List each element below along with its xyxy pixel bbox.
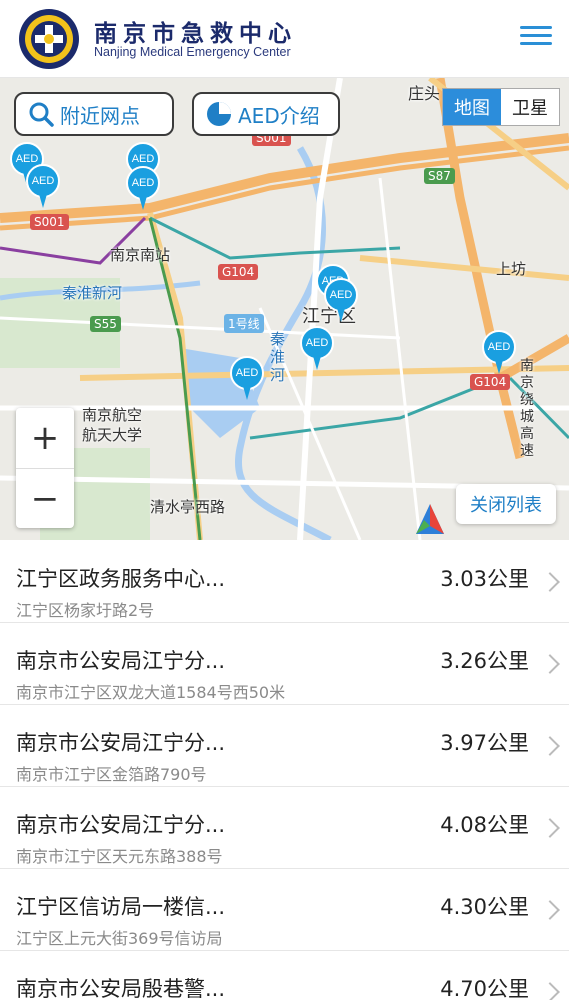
- zoom-out-button[interactable]: −: [16, 469, 74, 529]
- chevron-right-icon: [540, 818, 560, 838]
- map-label-ring-road: 南京绕城高速: [520, 358, 534, 459]
- search-icon: [29, 102, 54, 127]
- list-item[interactable]: 南京市公安局殷巷警... 4.70公里: [0, 951, 569, 1000]
- location-distance: 4.08公里: [440, 813, 529, 837]
- aed-intro-button[interactable]: AED介绍: [192, 92, 340, 136]
- list-item[interactable]: 南京市公安局江宁分... 南京市江宁区双龙大道1584号西50米 3.26公里: [0, 623, 569, 705]
- map-label-qinhuai-xinhe: 秦淮新河: [62, 284, 123, 302]
- map-type-satellite[interactable]: 卫星: [501, 89, 559, 125]
- aed-marker[interactable]: AED: [324, 278, 358, 322]
- aed-marker[interactable]: AED: [300, 326, 334, 370]
- map-label-qinhuai-river: 秦淮河: [270, 330, 286, 384]
- map-label-qingshui: 清水亭西路: [150, 498, 226, 516]
- chevron-right-icon: [540, 736, 560, 756]
- map-view[interactable]: 南京南站 秦淮新河 江宁区 秦淮河 南京航空 航天大学 上坊 庄头 南京绕城高速…: [0, 78, 569, 540]
- map-type-toggle[interactable]: 地图 卫星: [442, 88, 560, 126]
- location-distance: 3.03公里: [440, 567, 529, 591]
- map-label-aerospace-univ-2: 航天大学: [82, 426, 143, 444]
- aed-location-list: 江宁区政务服务中心... 江宁区杨家圩路2号 3.03公里 南京市公安局江宁分.…: [0, 541, 569, 1000]
- location-distance: 4.30公里: [440, 895, 529, 919]
- road-badge-s001: S001: [30, 214, 69, 230]
- location-name: 南京市公安局江宁分...: [16, 731, 226, 755]
- app-title: 南京市急救中心: [94, 20, 297, 47]
- app-header: 南京市急救中心 Nanjing Medical Emergency Center: [0, 0, 569, 78]
- zoom-control: + −: [16, 408, 74, 528]
- map-base-layer: [0, 78, 569, 540]
- location-name: 江宁区政务服务中心...: [16, 567, 226, 591]
- map-label-line1: 1号线: [224, 314, 264, 333]
- chevron-right-icon: [540, 572, 560, 592]
- location-address: 南京市江宁区天元东路388号: [16, 847, 223, 866]
- map-label-shangfang: 上坊: [496, 260, 527, 278]
- location-address: 南京市江宁区双龙大道1584号西50米: [16, 683, 286, 702]
- list-item[interactable]: 南京市公安局江宁分... 南京市江宁区天元东路388号 4.08公里: [0, 787, 569, 869]
- location-address: 江宁区上元大街369号信访局: [16, 929, 223, 948]
- location-name: 南京市公安局殷巷警...: [16, 977, 226, 1000]
- zoom-in-button[interactable]: +: [16, 408, 74, 468]
- road-badge-g104-a: G104: [218, 264, 259, 280]
- location-distance: 3.97公里: [440, 731, 529, 755]
- road-badge-s55: S55: [90, 316, 121, 332]
- aed-marker[interactable]: AED: [482, 330, 516, 374]
- aed-marker[interactable]: AED: [126, 166, 160, 210]
- location-address: 南京市江宁区金箔路790号: [16, 765, 207, 784]
- location-distance: 3.26公里: [440, 649, 529, 673]
- emblem-logo: [19, 9, 79, 69]
- road-badge-g104-b: G104: [470, 374, 511, 390]
- list-item[interactable]: 南京市公安局江宁分... 南京市江宁区金箔路790号 3.97公里: [0, 705, 569, 787]
- road-badge-s87: S87: [424, 168, 455, 184]
- chevron-right-icon: [540, 982, 560, 1000]
- pie-chart-icon: [207, 102, 231, 126]
- map-type-map[interactable]: 地图: [443, 89, 501, 125]
- app-subtitle: Nanjing Medical Emergency Center: [94, 45, 291, 59]
- list-item[interactable]: 江宁区政务服务中心... 江宁区杨家圩路2号 3.03公里: [0, 541, 569, 623]
- map-brand-icon: [416, 504, 444, 534]
- map-label-nanjing-south: 南京南站: [110, 246, 171, 264]
- aed-marker[interactable]: AED: [26, 164, 60, 208]
- location-name: 江宁区信访局一楼信...: [16, 895, 226, 919]
- chevron-right-icon: [540, 900, 560, 920]
- close-list-button[interactable]: 关闭列表: [456, 484, 556, 524]
- hamburger-menu-icon[interactable]: [518, 22, 554, 52]
- chevron-right-icon: [540, 654, 560, 674]
- location-distance: 4.70公里: [440, 977, 529, 1000]
- location-name: 南京市公安局江宁分...: [16, 649, 226, 673]
- list-item[interactable]: 江宁区信访局一楼信... 江宁区上元大街369号信访局 4.30公里: [0, 869, 569, 951]
- map-label-zhuangtou: 庄头: [408, 84, 441, 103]
- aed-marker[interactable]: AED: [230, 356, 264, 400]
- location-name: 南京市公安局江宁分...: [16, 813, 226, 837]
- nearby-points-button[interactable]: 附近网点: [14, 92, 174, 136]
- location-address: 江宁区杨家圩路2号: [16, 601, 155, 620]
- map-label-aerospace-univ-1: 南京航空: [82, 406, 143, 424]
